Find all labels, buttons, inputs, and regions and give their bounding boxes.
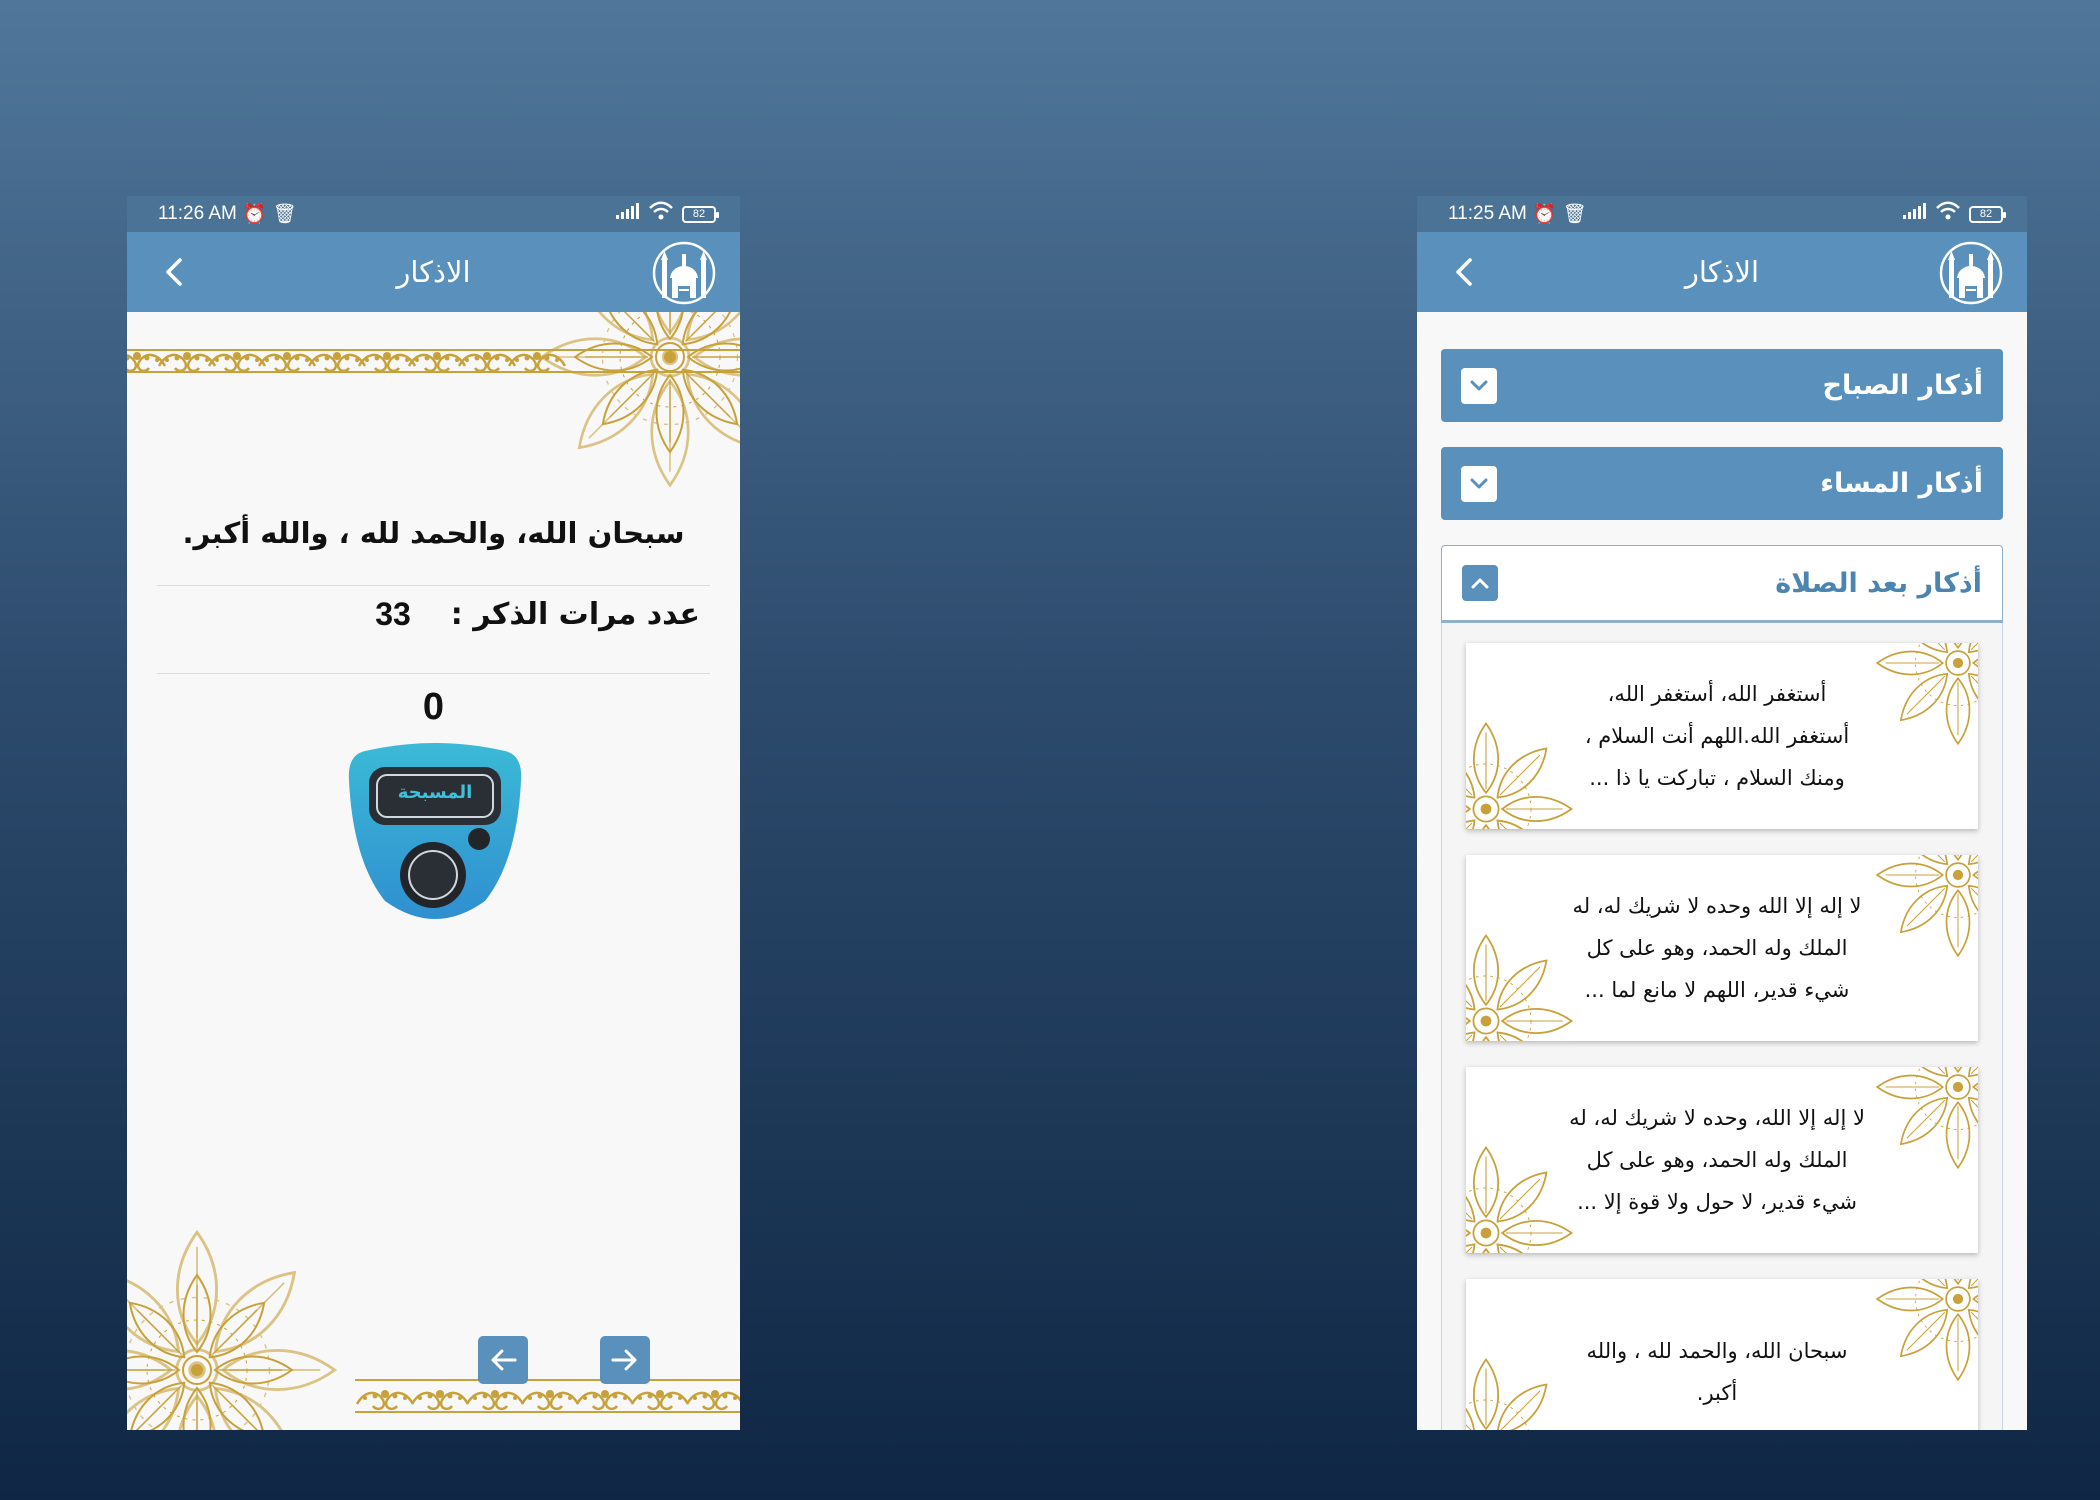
bottom-border-ornament (355, 1379, 740, 1413)
mandala-ornament (1876, 855, 1978, 957)
dhikr-counter-screen: 11:26 AM ⏰ 🗑 82 الاذكار سبحان الله، والح… (127, 196, 740, 1430)
dhikr-card[interactable]: سبحان الله، والحمد لله ، والله أكبر. (1466, 1279, 1978, 1430)
back-button[interactable] (1445, 254, 1481, 290)
dhikr-card-text: لا إله إلا الله، وحده لا شريك له، له الم… (1566, 1067, 1868, 1253)
trash-icon: 🗑 (272, 204, 297, 225)
back-button[interactable] (155, 254, 191, 290)
card-line: لا إله إلا الله وحده لا شريك له، له (1572, 894, 1862, 918)
wifi-icon (1935, 201, 1961, 227)
dhikr-card-text: سبحان الله، والحمد لله ، والله أكبر. (1566, 1279, 1868, 1430)
mandala-ornament-top-right (540, 312, 740, 487)
arrow-left-icon (491, 1349, 517, 1371)
chevron-left-icon (1456, 258, 1472, 286)
status-time: 11:26 AM (158, 203, 237, 224)
trash-icon: 🗑 (1562, 204, 1587, 225)
alarm-icon: ⏰ (1532, 204, 1557, 225)
chevron-down-icon (1461, 465, 1497, 502)
previous-dhikr-button[interactable] (478, 1336, 528, 1384)
next-dhikr-button[interactable] (600, 1336, 650, 1384)
accordion-after-prayer-adhkar[interactable]: أذكار بعد الصلاة (1441, 545, 2003, 623)
app-bar: الاذكار (127, 232, 740, 312)
dhikr-card[interactable]: لا إله إلا الله وحده لا شريك له، له المل… (1466, 855, 1978, 1041)
dhikr-card[interactable]: لا إله إلا الله، وحده لا شريك له، له الم… (1466, 1067, 1978, 1253)
card-line: الملك وله الحمد، وهو على كل (1586, 936, 1848, 960)
accordion-evening-adhkar[interactable]: أذكار المساء (1441, 447, 2003, 520)
card-line: ومنك السلام ، تباركت يا ذا ... (1589, 766, 1845, 790)
tasbeeh-device-icon (348, 743, 522, 919)
app-bar: الاذكار (1417, 232, 2027, 312)
accordion-title: أذكار بعد الصلاة (1775, 567, 1982, 599)
page-title: الاذكار (1684, 255, 1760, 289)
tasbeeh-counter-value: 0 (422, 686, 445, 728)
card-line: شيء قدير، لا حول ولا قوة إلا ... (1577, 1190, 1857, 1214)
mandala-ornament-bottom-left (127, 1230, 337, 1430)
repeat-count-value: 33 (375, 596, 411, 632)
dhikr-card-text: لا إله إلا الله وحده لا شريك له، له المل… (1566, 855, 1868, 1041)
accordion-title: أذكار الصباح (1822, 370, 1983, 401)
mandala-ornament (1876, 643, 1978, 745)
accordion-content: أستغفر الله، أستغفر الله، أستغفر الله.ال… (1441, 623, 2003, 1430)
divider (157, 585, 710, 586)
card-line: أستغفر الله، أستغفر الله، (1607, 682, 1827, 706)
card-line: لا إله إلا الله، وحده لا شريك له، له (1569, 1106, 1865, 1130)
tasbeeh-counter-button[interactable]: المسبحة (345, 741, 525, 923)
status-bar: 11:25 AM ⏰ 🗑 82 (1417, 196, 2027, 232)
mandala-ornament (1876, 1067, 1978, 1169)
adhkar-list-screen: 11:25 AM ⏰ 🗑 82 الاذكار أذكار الصباح أذك… (1417, 196, 2027, 1430)
chevron-down-icon (1461, 367, 1497, 404)
mandala-ornament (1876, 1279, 1978, 1381)
tasbeeh-label: المسبحة (397, 782, 473, 803)
arrow-right-icon (611, 1349, 637, 1371)
card-line: أكبر. (1696, 1381, 1738, 1405)
battery-icon: 82 (682, 205, 719, 223)
status-time: 11:25 AM (1448, 203, 1527, 224)
repeat-count-row: عدد مرات الذكر : 33 (157, 596, 700, 633)
dhikr-card[interactable]: أستغفر الله، أستغفر الله، أستغفر الله.ال… (1466, 643, 1978, 829)
accordion-title: أذكار المساء (1820, 468, 1983, 499)
signal-icon (614, 203, 640, 225)
card-line: الملك وله الحمد، وهو على كل (1586, 1148, 1848, 1172)
mosque-logo-icon (1939, 241, 2003, 305)
status-bar: 11:26 AM ⏰ 🗑 82 (127, 196, 740, 232)
alarm-icon: ⏰ (242, 204, 267, 225)
divider (157, 673, 710, 674)
dhikr-text: سبحان الله، والحمد لله ، والله أكبر. (182, 516, 685, 550)
chevron-up-icon (1462, 565, 1498, 601)
dhikr-card-text: أستغفر الله، أستغفر الله، أستغفر الله.ال… (1566, 643, 1868, 829)
repeat-count-label: عدد مرات الذكر : (450, 597, 700, 632)
signal-icon (1901, 203, 1927, 225)
card-line: سبحان الله، والحمد لله ، والله (1586, 1339, 1848, 1363)
chevron-left-icon (166, 258, 182, 286)
card-line: أستغفر الله.اللهم أنت السلام ، (1584, 724, 1850, 748)
mosque-logo-icon (652, 241, 716, 305)
accordion-morning-adhkar[interactable]: أذكار الصباح (1441, 349, 2003, 422)
wifi-icon (648, 201, 674, 227)
battery-icon: 82 (1969, 205, 2006, 223)
page-title: الاذكار (396, 255, 471, 289)
card-line: شيء قدير، اللهم لا مانع لما ... (1584, 978, 1850, 1002)
